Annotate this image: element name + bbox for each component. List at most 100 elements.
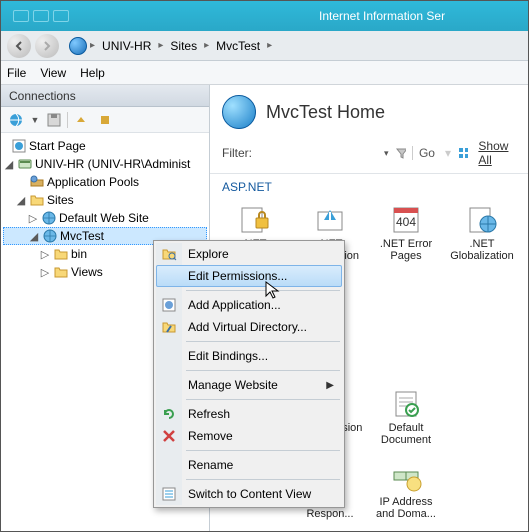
- section-aspnet: ASP.NET: [210, 174, 528, 196]
- breadcrumb-root-icon[interactable]: [69, 37, 87, 55]
- tree-label: MvcTest: [60, 229, 104, 243]
- sys-icon: [33, 10, 49, 22]
- connect-dropdown[interactable]: ▼: [29, 110, 41, 130]
- filter-input[interactable]: [258, 144, 378, 162]
- tree-label: Sites: [47, 193, 74, 207]
- breadcrumb-mvctest[interactable]: MvcTest: [212, 37, 264, 55]
- filter-bar: Filter: ▾ Go ▾ Show All: [210, 135, 528, 174]
- tree-label: UNIV-HR (UNIV-HR\Administ: [35, 157, 190, 171]
- breadcrumb-server[interactable]: UNIV-HR: [98, 37, 155, 55]
- ctx-add-virtual-directory[interactable]: Add Virtual Directory...: [156, 316, 342, 338]
- ctx-rename[interactable]: Rename: [156, 454, 342, 476]
- ctx-edit-bindings[interactable]: Edit Bindings...: [156, 345, 342, 367]
- globe-icon: [222, 95, 256, 129]
- breadcrumb: ▸ UNIV-HR ▸ Sites ▸ MvcTest ▸: [69, 37, 272, 55]
- ctx-label: Edit Permissions...: [188, 269, 287, 283]
- context-menu: Explore Edit Permissions... Add Applicat…: [153, 240, 345, 508]
- window-title: Internet Information Ser: [319, 9, 445, 23]
- nav-back-button[interactable]: [7, 34, 31, 58]
- feature-net-globalization[interactable]: .NET Globalization: [446, 200, 518, 266]
- funnel-icon: [395, 146, 406, 160]
- ctx-add-application[interactable]: Add Application...: [156, 294, 342, 316]
- ctx-remove[interactable]: Remove: [156, 425, 342, 447]
- sys-icon: [13, 10, 29, 22]
- chevron-right-icon[interactable]: ▸: [204, 40, 209, 51]
- tree-label: Start Page: [29, 139, 86, 153]
- start-page-icon: [11, 138, 27, 154]
- stop-button[interactable]: [94, 110, 116, 130]
- feature-label: .NET Globalization: [446, 238, 518, 262]
- ctx-edit-permissions[interactable]: Edit Permissions...: [156, 265, 342, 287]
- filter-label: Filter:: [222, 146, 252, 160]
- ctx-label: Explore: [188, 247, 229, 261]
- ctx-refresh[interactable]: Refresh: [156, 403, 342, 425]
- page-title: MvcTest Home: [266, 102, 385, 123]
- show-all-icon: [457, 146, 468, 160]
- feature-label: Default Document: [370, 422, 442, 446]
- menubar: File View Help: [1, 61, 528, 85]
- menu-help[interactable]: Help: [80, 66, 105, 80]
- go-button[interactable]: Go: [412, 146, 435, 160]
- separator: [186, 290, 340, 291]
- nav-forward-button[interactable]: [35, 34, 59, 58]
- chevron-right-icon[interactable]: ▸: [267, 40, 272, 51]
- tree-start-page[interactable]: Start Page: [3, 137, 207, 155]
- tree-label: Views: [71, 265, 103, 279]
- tree-label: Application Pools: [47, 175, 139, 189]
- ctx-explore[interactable]: Explore: [156, 243, 342, 265]
- remove-icon: [161, 428, 177, 444]
- connections-header: Connections: [1, 85, 209, 107]
- ctx-label: Refresh: [188, 407, 230, 421]
- feature-net-error-pages[interactable]: 404 .NET Error Pages: [370, 200, 442, 266]
- save-button[interactable]: [43, 110, 65, 130]
- navbar: ▸ UNIV-HR ▸ Sites ▸ MvcTest ▸: [1, 31, 528, 61]
- ctx-label: Manage Website: [188, 378, 278, 392]
- sys-icon: [53, 10, 69, 22]
- tree-server[interactable]: ◢ UNIV-HR (UNIV-HR\Administ: [3, 155, 207, 173]
- sites-folder-icon: [29, 192, 45, 208]
- expand-icon[interactable]: ▷: [39, 266, 51, 279]
- server-icon: [17, 156, 33, 172]
- menu-file[interactable]: File: [7, 66, 26, 80]
- expand-icon[interactable]: ▷: [39, 248, 51, 261]
- chevron-right-icon[interactable]: ▸: [158, 40, 163, 51]
- ctx-switch-content-view[interactable]: Switch to Content View: [156, 483, 342, 505]
- ctx-label: Edit Bindings...: [188, 349, 268, 363]
- tree-default-web-site[interactable]: ▷ Default Web Site: [3, 209, 207, 227]
- tree-label: bin: [71, 247, 87, 261]
- submenu-arrow-icon: ▶: [326, 380, 334, 391]
- chevron-right-icon[interactable]: ▸: [90, 40, 95, 51]
- breadcrumb-sites[interactable]: Sites: [166, 37, 201, 55]
- collapse-icon[interactable]: ◢: [15, 194, 27, 207]
- tree-app-pools[interactable]: Application Pools: [3, 173, 207, 191]
- separator: [186, 341, 340, 342]
- tree-sites[interactable]: ◢ Sites: [3, 191, 207, 209]
- show-all-link[interactable]: Show All: [478, 139, 516, 167]
- refresh-icon: [161, 406, 177, 422]
- connect-button[interactable]: [5, 110, 27, 130]
- app-pools-icon: [29, 174, 45, 190]
- add-app-icon: [161, 297, 177, 313]
- up-button[interactable]: [70, 110, 92, 130]
- feature-ip-address[interactable]: IP Address and Doma...: [370, 458, 442, 524]
- ctx-label: Rename: [188, 458, 233, 472]
- window-titlebar: Internet Information Ser: [1, 1, 528, 31]
- page-title-area: MvcTest Home: [210, 85, 528, 135]
- explore-icon: [161, 246, 177, 262]
- ctx-manage-website[interactable]: Manage Website ▶: [156, 374, 342, 396]
- feature-label: .NET Error Pages: [370, 238, 442, 262]
- connections-toolbar: ▼: [1, 107, 209, 133]
- site-icon: [41, 210, 57, 226]
- svg-text:404: 404: [396, 215, 416, 229]
- collapse-icon[interactable]: ◢: [3, 158, 15, 171]
- collapse-icon[interactable]: ◢: [28, 230, 40, 243]
- folder-icon: [53, 264, 69, 280]
- ctx-label: Add Application...: [188, 298, 281, 312]
- separator: [186, 399, 340, 400]
- feature-default-document[interactable]: Default Document: [370, 384, 442, 450]
- separator: [186, 370, 340, 371]
- menu-view[interactable]: View: [40, 66, 66, 80]
- ctx-label: Switch to Content View: [188, 487, 311, 501]
- expand-icon[interactable]: ▷: [27, 212, 39, 225]
- ctx-label: Add Virtual Directory...: [188, 320, 307, 334]
